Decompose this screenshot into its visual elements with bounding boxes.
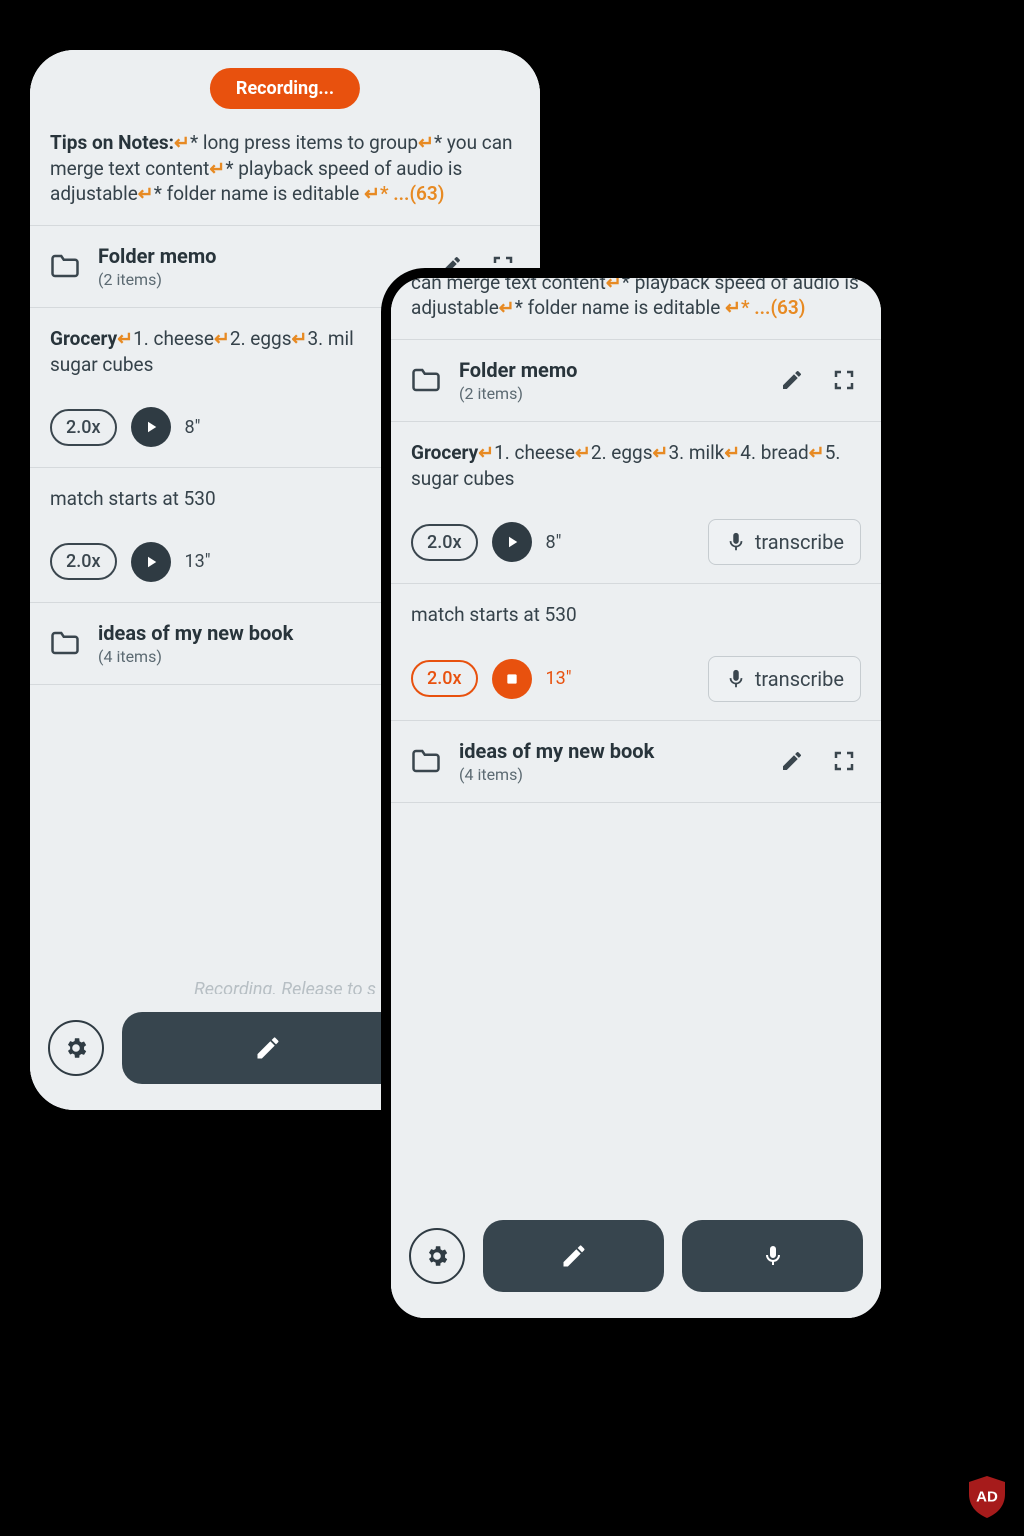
return-arrow-icon: ↵ [809, 441, 825, 464]
grocery-item: 1. cheese [494, 441, 575, 464]
folder-icon [411, 367, 441, 393]
grocery-item: 2. eggs [591, 441, 653, 464]
audio-duration: 8" [185, 417, 201, 438]
record-audio-button[interactable] [682, 1220, 863, 1292]
return-arrow-icon: ↵ [138, 182, 154, 205]
expand-icon[interactable] [827, 744, 861, 778]
grocery-title: Grocery [50, 327, 117, 350]
screen: Tips on Notes:↵* long press items to gro… [391, 278, 881, 1318]
return-arrow-icon: ↵ [364, 182, 380, 205]
folder-title: ideas of my new book [459, 739, 757, 763]
folder-row-memo[interactable]: Folder memo (2 items) [391, 340, 881, 422]
grocery-row[interactable]: Grocery↵1. cheese↵2. eggs↵3. milk↵4. bre… [391, 422, 881, 505]
edit-button[interactable] [775, 744, 809, 778]
grocery-item: 4. bread [740, 441, 808, 464]
folder-icon [411, 748, 441, 774]
tip-line: * folder name is editable [515, 296, 725, 319]
speed-chip[interactable]: 2.0x [411, 524, 478, 561]
tips-title: Tips on Notes: [50, 131, 174, 154]
return-arrow-icon: ↵ [478, 441, 494, 464]
play-button[interactable] [131, 542, 171, 582]
return-arrow-icon: ↵ [292, 327, 308, 350]
bottom-bar [391, 1202, 881, 1318]
new-text-note-button[interactable] [122, 1012, 414, 1084]
transcribe-button[interactable]: transcribe [708, 656, 861, 702]
tips-more-link[interactable]: * ...(63) [741, 296, 805, 319]
stop-button[interactable] [492, 659, 532, 699]
grocery-item: 3. mil [307, 327, 353, 350]
return-arrow-icon: ↵ [724, 441, 740, 464]
match-text: match starts at 530 [411, 603, 577, 626]
audio-row-1: 2.0x 8" transcribe [391, 505, 881, 584]
folder-title: Folder memo [459, 358, 757, 382]
transcribe-label: transcribe [755, 530, 844, 554]
transcribe-button[interactable]: transcribe [708, 519, 861, 565]
return-arrow-icon: ↵ [418, 131, 434, 154]
grocery-item: 3. milk [668, 441, 724, 464]
folder-icon [50, 630, 80, 656]
audio-duration: 13" [546, 668, 572, 689]
folder-meta: ideas of my new book (4 items) [459, 739, 757, 784]
svg-text:AD: AD [976, 1489, 998, 1506]
audio-row-2-playing: 2.0x 13" transcribe [391, 642, 881, 721]
transcribe-label: transcribe [755, 667, 844, 691]
return-arrow-icon: ↵ [214, 327, 230, 350]
expand-icon[interactable] [827, 363, 861, 397]
folder-title: Folder memo [98, 244, 416, 268]
grocery-title: Grocery [411, 441, 478, 464]
return-arrow-icon: ↵ [725, 296, 741, 319]
folder-row-ideas[interactable]: ideas of my new book (4 items) [391, 721, 881, 803]
match-row[interactable]: match starts at 530 [391, 584, 881, 642]
match-text: match starts at 530 [50, 487, 216, 510]
grocery-item: 1. cheese [133, 327, 214, 350]
tip-line: * folder name is editable [154, 182, 364, 205]
tips-row[interactable]: Tips on Notes:↵* long press items to gro… [391, 278, 881, 340]
notes-list: Tips on Notes:↵* long press items to gro… [391, 278, 881, 1318]
tips-more-link[interactable]: * ...(63) [380, 182, 444, 205]
grocery-item: 2. eggs [230, 327, 292, 350]
return-arrow-icon: ↵ [117, 327, 133, 350]
return-arrow-icon: ↵ [606, 278, 622, 294]
speed-chip[interactable]: 2.0x [411, 660, 478, 697]
return-arrow-icon: ↵ [209, 157, 225, 180]
play-button[interactable] [492, 522, 532, 562]
folder-subtitle: (4 items) [459, 765, 757, 784]
speed-chip[interactable]: 2.0x [50, 409, 117, 446]
settings-button[interactable] [48, 1020, 104, 1076]
recording-pill: Recording... [210, 68, 360, 109]
return-arrow-icon: ↵ [174, 131, 190, 154]
audio-duration: 8" [546, 532, 562, 553]
edit-button[interactable] [775, 363, 809, 397]
folder-icon [50, 253, 80, 279]
speed-chip[interactable]: 2.0x [50, 543, 117, 580]
folder-subtitle: (2 items) [98, 270, 416, 289]
return-arrow-icon: ↵ [653, 441, 669, 464]
grocery-item: sugar cubes [50, 353, 153, 376]
tip-line: * long press items to group [190, 131, 418, 154]
return-arrow-icon: ↵ [499, 296, 515, 319]
new-text-note-button[interactable] [483, 1220, 664, 1292]
return-arrow-icon: ↵ [575, 441, 591, 464]
audio-duration: 13" [185, 551, 211, 572]
play-button[interactable] [131, 407, 171, 447]
settings-button[interactable] [409, 1228, 465, 1284]
ad-badge-icon: AD [968, 1476, 1006, 1518]
folder-meta: Folder memo (2 items) [459, 358, 757, 403]
phone-front: Tips on Notes:↵* long press items to gro… [381, 268, 891, 1328]
folder-subtitle: (2 items) [459, 384, 757, 403]
folder-meta: Folder memo (2 items) [98, 244, 416, 289]
